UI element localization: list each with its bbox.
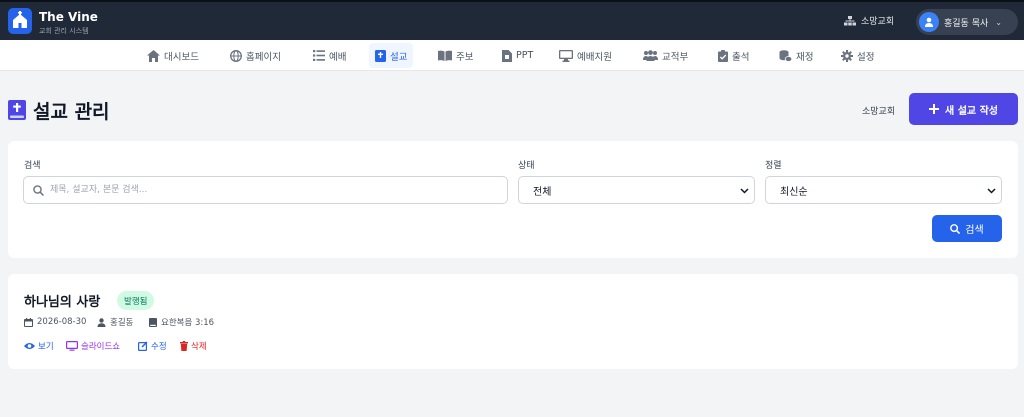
edit-link[interactable]: 수정 [138, 339, 167, 352]
bible-icon [8, 100, 26, 120]
user-icon [97, 317, 106, 327]
user-menu-button[interactable]: 홍길동 목사 ⌄ [916, 9, 1018, 35]
sitemap-icon [844, 15, 856, 25]
search-button-label: 검색 [965, 225, 984, 236]
user-avatar-icon [919, 12, 939, 32]
brand-name[interactable]: The Vine [39, 10, 98, 24]
edit-icon [138, 340, 148, 351]
nav-label: 주보 [456, 51, 474, 63]
eye-icon [24, 342, 35, 349]
sort-select[interactable]: 최신순 [765, 176, 1002, 204]
status-label: 상태 [518, 161, 535, 171]
nav-dashboard[interactable]: 대시보드 [141, 43, 205, 68]
sermon-date: 2026-08-30 [24, 316, 86, 328]
edit-label: 수정 [151, 341, 167, 352]
status-select[interactable]: 전체 [518, 176, 755, 204]
delete-link[interactable]: 삭제 [180, 339, 207, 352]
book-open-icon [438, 50, 452, 61]
view-label: 보기 [38, 341, 54, 352]
sermon-title[interactable]: 하나님의 사랑 [24, 291, 100, 310]
bible-icon [375, 49, 386, 62]
top-bar: The Vine 교회 관리 시스템 소망교회 홍길동 목사 ⌄ [0, 0, 1024, 40]
search-icon [33, 185, 44, 196]
page-church-name: 소망교회 [862, 107, 896, 117]
monitor-icon [559, 49, 573, 62]
search-label: 검색 [24, 161, 41, 171]
delete-label: 삭제 [191, 341, 207, 352]
view-link[interactable]: 보기 [24, 339, 54, 352]
globe-icon [230, 49, 242, 62]
list-icon [313, 50, 325, 61]
new-sermon-label: 새 설교 작성 [945, 105, 998, 117]
new-sermon-button[interactable]: 새 설교 작성 [909, 93, 1018, 125]
nav-settings[interactable]: 설정 [835, 43, 880, 68]
sermon-scripture: 요한복음 3:16 [149, 316, 214, 328]
nav-label: 교적부 [662, 51, 689, 63]
file-icon [502, 49, 512, 62]
search-button[interactable]: 검색 [932, 215, 1002, 242]
church-selector[interactable]: 소망교회 [844, 14, 894, 27]
nav-bulletin[interactable]: 주보 [432, 43, 479, 68]
home-icon [147, 49, 160, 62]
nav-label: 대시보드 [164, 51, 199, 63]
nav-sermon[interactable]: 설교 [369, 43, 414, 68]
slideshow-label: 슬라이드쇼 [81, 341, 121, 352]
nav-worship[interactable]: 예배 [307, 43, 352, 68]
brand-subtitle: 교회 관리 시스템 [39, 27, 89, 35]
status-badge: 발행됨 [117, 291, 155, 310]
nav-label: 예배지원 [577, 51, 612, 63]
church-logo-icon[interactable] [8, 8, 32, 34]
chevron-down-icon [987, 188, 996, 194]
users-icon [643, 50, 658, 61]
nav-homepage[interactable]: 홈페이지 [224, 43, 287, 68]
book-icon [149, 317, 157, 327]
nav-label: 설정 [857, 51, 875, 63]
nav-members[interactable]: 교적부 [637, 43, 694, 68]
sort-select-value: 최신순 [780, 186, 808, 198]
search-input[interactable] [50, 177, 500, 203]
sermon-scripture-text: 요한복음 3:16 [161, 318, 215, 328]
church-name: 소망교회 [861, 17, 895, 27]
sort-label: 정렬 [765, 161, 782, 171]
plus-icon [929, 104, 940, 114]
user-name: 홍길동 목사 [944, 18, 989, 29]
gear-icon [841, 49, 853, 62]
nav-label: PPT [516, 50, 534, 61]
nav-label: 설교 [390, 51, 408, 63]
coins-icon [779, 49, 792, 62]
nav-label: 출석 [732, 51, 750, 63]
main-nav: 대시보드 홈페이지 예배 설교 주보 PPT 예배지원 교적부 출석 재정 설정 [0, 40, 1024, 71]
nav-label: 재정 [796, 51, 814, 63]
nav-label: 예배 [329, 51, 347, 63]
nav-worship-support[interactable]: 예배지원 [553, 43, 618, 68]
sermon-date-text: 2026-08-30 [37, 317, 87, 327]
nav-attendance[interactable]: 출석 [712, 43, 755, 68]
nav-label: 홈페이지 [246, 51, 281, 63]
search-icon [950, 223, 961, 234]
search-field [23, 176, 508, 204]
chevron-down-icon: ⌄ [995, 17, 1002, 27]
slideshow-link[interactable]: 슬라이드쇼 [66, 339, 120, 352]
sermon-preacher: 홍길동 [97, 316, 133, 328]
monitor-icon [66, 340, 78, 351]
nav-finance[interactable]: 재정 [773, 43, 819, 68]
status-select-value: 전체 [533, 186, 552, 198]
sermon-preacher-text: 홍길동 [110, 318, 134, 328]
chevron-down-icon [740, 188, 749, 194]
clipboard-check-icon [718, 49, 728, 62]
nav-ppt[interactable]: PPT [496, 43, 539, 68]
calendar-icon [24, 317, 33, 327]
page-title: 설교 관리 [33, 101, 110, 123]
trash-icon [180, 340, 188, 351]
